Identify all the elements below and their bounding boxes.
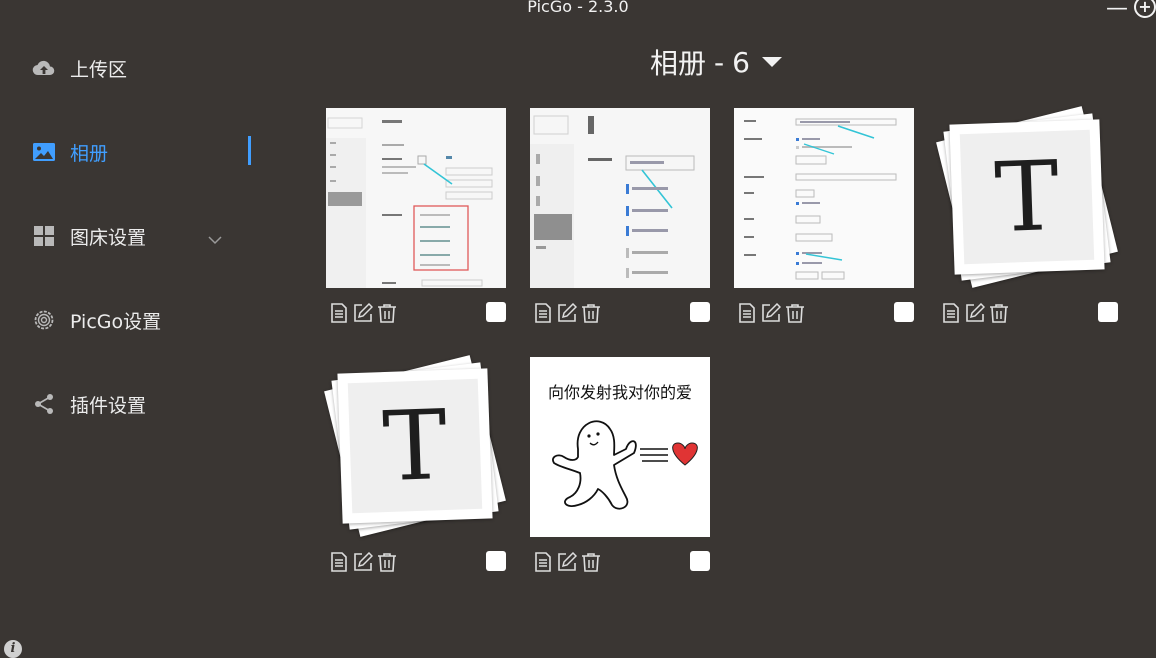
- sidebar: 上传区 相册 图床设置 PicGo设置 插件设置: [0, 24, 270, 655]
- select-checkbox[interactable]: [486, 551, 506, 571]
- gallery-item: [734, 108, 914, 338]
- grid-icon: [32, 224, 56, 248]
- sidebar-item-label: PicGo设置: [70, 310, 162, 333]
- chevron-down-icon: [208, 228, 222, 250]
- delete-icon[interactable]: [988, 302, 1010, 324]
- typora-logo: T: [949, 119, 1105, 275]
- copy-link-icon[interactable]: [940, 302, 962, 324]
- caret-down-icon[interactable]: [761, 53, 782, 72]
- typora-logo: T: [337, 368, 493, 524]
- image-actions: [532, 551, 602, 573]
- image-actions: [532, 302, 602, 324]
- title-bar: PicGo - 2.3.0 — +: [0, 0, 1156, 24]
- image-thumbnail[interactable]: 向你发射我对你的爱: [530, 357, 710, 537]
- logo-letter: T: [381, 388, 449, 504]
- image-actions: [736, 302, 806, 324]
- edit-icon[interactable]: [964, 302, 986, 324]
- gallery-item: T: [324, 355, 506, 587]
- sidebar-item-label: 图床设置: [70, 226, 147, 249]
- minimize-icon[interactable]: —: [1106, 0, 1128, 21]
- select-checkbox[interactable]: [690, 551, 710, 571]
- sidebar-item-upload[interactable]: 上传区: [32, 48, 262, 88]
- sidebar-item-label: 插件设置: [70, 394, 147, 417]
- delete-icon[interactable]: [376, 551, 398, 573]
- meme-drawing: [552, 420, 698, 510]
- sidebar-item-picgo-settings[interactable]: PicGo设置: [32, 300, 262, 340]
- image-thumbnail[interactable]: T: [324, 355, 506, 537]
- gallery-item: T: [936, 106, 1118, 338]
- delete-icon[interactable]: [376, 302, 398, 324]
- select-checkbox[interactable]: [486, 302, 506, 322]
- edit-icon[interactable]: [352, 302, 374, 324]
- album-header[interactable]: 相册 - 6: [650, 42, 782, 82]
- image-icon: [32, 140, 56, 164]
- gallery-item: [326, 108, 506, 338]
- copy-link-icon[interactable]: [328, 551, 350, 573]
- image-thumbnail[interactable]: [326, 108, 506, 288]
- copy-link-icon[interactable]: [532, 551, 554, 573]
- info-icon[interactable]: i: [4, 640, 22, 658]
- image-actions: [328, 302, 398, 324]
- delete-icon[interactable]: [784, 302, 806, 324]
- gear-icon: [32, 308, 56, 332]
- select-checkbox[interactable]: [1098, 302, 1118, 322]
- select-checkbox[interactable]: [894, 302, 914, 322]
- active-indicator: [248, 136, 251, 165]
- sidebar-item-label: 相册: [70, 142, 109, 165]
- edit-icon[interactable]: [556, 302, 578, 324]
- edit-icon[interactable]: [352, 551, 374, 573]
- select-checkbox[interactable]: [690, 302, 710, 322]
- edit-icon[interactable]: [556, 551, 578, 573]
- share-icon: [32, 392, 56, 416]
- delete-icon[interactable]: [580, 551, 602, 573]
- copy-link-icon[interactable]: [736, 302, 758, 324]
- album-title: 相册: [650, 47, 707, 80]
- logo-letter: T: [993, 139, 1061, 255]
- copy-link-icon[interactable]: [328, 302, 350, 324]
- image-thumbnail[interactable]: [734, 108, 914, 288]
- album-separator: -: [714, 45, 725, 79]
- gallery-item: [530, 108, 710, 338]
- sidebar-item-gallery[interactable]: 相册: [32, 132, 262, 172]
- app-title: PicGo - 2.3.0: [527, 0, 629, 16]
- sidebar-item-picbed-settings[interactable]: 图床设置: [32, 216, 262, 256]
- image-thumbnail[interactable]: [530, 108, 710, 288]
- sidebar-item-label: 上传区: [70, 58, 128, 81]
- sidebar-item-plugin-settings[interactable]: 插件设置: [32, 384, 262, 424]
- album-count: 6: [732, 45, 750, 79]
- cloud-upload-icon: [32, 56, 56, 80]
- copy-link-icon[interactable]: [532, 302, 554, 324]
- image-actions: [940, 302, 1010, 324]
- image-thumbnail[interactable]: T: [936, 106, 1118, 288]
- image-actions: [328, 551, 398, 573]
- gallery-item: 向你发射我对你的爱: [530, 357, 710, 587]
- delete-icon[interactable]: [580, 302, 602, 324]
- edit-icon[interactable]: [760, 302, 782, 324]
